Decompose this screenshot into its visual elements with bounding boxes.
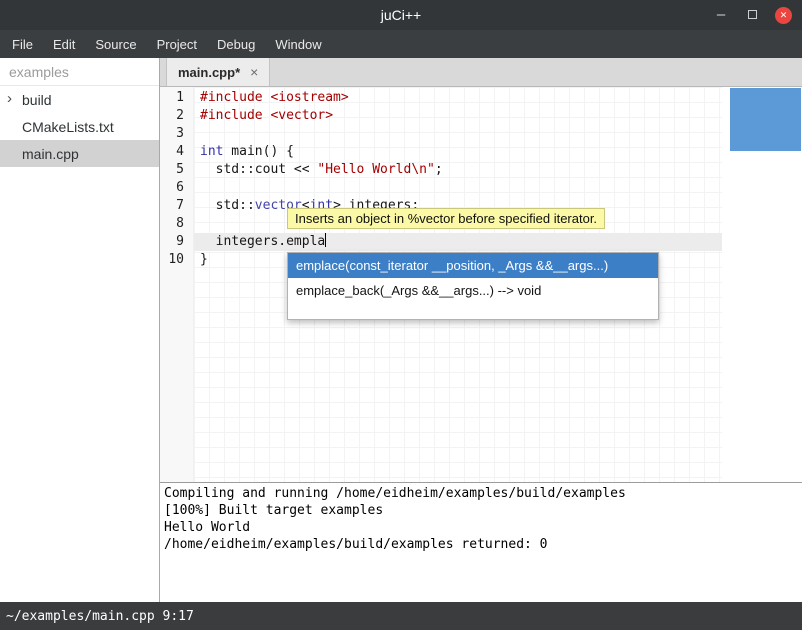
titlebar[interactable]: juCi++ – ✕ — [0, 0, 802, 30]
tab-main-cpp[interactable]: main.cpp* × — [166, 58, 270, 86]
scrollbar-thumb[interactable] — [730, 88, 801, 151]
menu-item-window[interactable]: Window — [265, 32, 331, 57]
code-text[interactable]: int main() { — [194, 143, 722, 161]
code-line-9[interactable]: 9 integers.empla — [160, 233, 722, 251]
doc-tooltip: Inserts an object in %vector before spec… — [287, 208, 605, 229]
code-line-1[interactable]: 1 #include <iostream> — [160, 89, 722, 107]
scrollbar-track[interactable] — [722, 87, 802, 482]
code-text[interactable]: #include <iostream> — [194, 89, 722, 107]
completion-item[interactable]: emplace(const_iterator __position, _Args… — [288, 253, 658, 278]
tab-close-icon[interactable]: × — [250, 64, 258, 80]
line-number[interactable]: 9 — [160, 233, 194, 251]
output-panel[interactable]: Compiling and running /home/eidheim/exam… — [160, 483, 802, 602]
completion-item[interactable]: emplace_back(_Args &&__args...) --> void — [288, 278, 658, 303]
tabbar: main.cpp* × — [160, 58, 802, 87]
code-line-2[interactable]: 2 #include <vector> — [160, 107, 722, 125]
code-text[interactable] — [194, 125, 722, 143]
code-segment: main() { — [223, 144, 293, 159]
line-number[interactable]: 2 — [160, 107, 194, 125]
line-number[interactable]: 6 — [160, 179, 194, 197]
line-number[interactable]: 7 — [160, 197, 194, 215]
code-line-4[interactable]: 4int main() { — [160, 143, 722, 161]
line-number[interactable]: 10 — [160, 251, 194, 269]
menu-item-file[interactable]: File — [2, 32, 43, 57]
code-line-5[interactable]: 5 std::cout << "Hello World\n"; — [160, 161, 722, 179]
tree-item-label: build — [22, 92, 52, 108]
code-text[interactable]: #include <vector> — [194, 107, 722, 125]
code-text[interactable]: integers.empla — [194, 233, 722, 251]
code-segment: #include <vector> — [200, 108, 333, 123]
window-controls: – ✕ — [713, 0, 792, 30]
code-text[interactable] — [194, 179, 722, 197]
code-line-3[interactable]: 3 — [160, 125, 722, 143]
output-line: [100%] Built target examples — [164, 502, 802, 519]
editor-column: main.cpp* × 1 #include <iostream> 2 #include… — [160, 58, 802, 602]
code-line-6[interactable]: 6 — [160, 179, 722, 197]
line-number[interactable]: 8 — [160, 215, 194, 233]
main-area: examples › build CMakeLists.txt main.cpp ma… — [0, 58, 802, 602]
line-number[interactable]: 4 — [160, 143, 194, 161]
output-line: /home/eidheim/examples/build/examples re… — [164, 536, 802, 553]
output-line: Compiling and running /home/eidheim/exam… — [164, 485, 802, 502]
code-segment: "Hello World\n" — [317, 162, 434, 177]
code-segment: ; — [435, 162, 443, 177]
app-window: juCi++ – ✕ FileEditSourceProjectDebugWin… — [0, 0, 802, 630]
project-name: examples — [0, 58, 159, 86]
completion-popup: emplace(const_iterator __position, _Args… — [287, 252, 659, 320]
code-segment: } — [200, 252, 208, 267]
tree-item-label: CMakeLists.txt — [22, 119, 114, 135]
maximize-icon — [748, 10, 757, 19]
menu-item-project[interactable]: Project — [147, 32, 207, 57]
text-cursor — [325, 233, 326, 247]
close-button[interactable]: ✕ — [775, 7, 792, 24]
line-number[interactable]: 5 — [160, 161, 194, 179]
statusbar: ~/examples/main.cpp 9:17 — [0, 602, 802, 630]
line-number[interactable]: 1 — [160, 89, 194, 107]
code-segment: std::cout << — [200, 162, 317, 177]
tree-item-main-cpp[interactable]: main.cpp — [0, 140, 159, 167]
menu-item-edit[interactable]: Edit — [43, 32, 85, 57]
code-segment: #include <iostream> — [200, 90, 349, 105]
code-text[interactable]: std::cout << "Hello World\n"; — [194, 161, 722, 179]
menu-item-source[interactable]: Source — [85, 32, 146, 57]
code-segment: integers.empla — [200, 234, 325, 249]
tab-label: main.cpp* — [178, 65, 240, 80]
line-number[interactable]: 3 — [160, 125, 194, 143]
code-lines: 1 #include <iostream> 2 #include <vector> 34… — [160, 89, 722, 269]
tree-item-label: main.cpp — [22, 146, 79, 162]
maximize-button[interactable] — [744, 7, 760, 23]
menubar: FileEditSourceProjectDebugWindow — [0, 30, 802, 58]
file-tree-panel[interactable]: examples › build CMakeLists.txt main.cpp — [0, 58, 160, 602]
chevron-right-icon[interactable]: › — [7, 90, 12, 107]
minimize-button[interactable]: – — [713, 7, 729, 23]
menu-item-debug[interactable]: Debug — [207, 32, 265, 57]
tree-item-cmakelists-txt[interactable]: CMakeLists.txt — [0, 113, 159, 140]
file-tree: › build CMakeLists.txt main.cpp — [0, 86, 159, 167]
window-title: juCi++ — [381, 7, 421, 23]
code-segment: int — [200, 144, 223, 159]
editor[interactable]: 1 #include <iostream> 2 #include <vector> 34… — [160, 87, 802, 482]
code-segment: std:: — [200, 198, 255, 213]
status-text: ~/examples/main.cpp 9:17 — [6, 609, 194, 624]
tree-item-build[interactable]: › build — [0, 86, 159, 113]
output-line: Hello World — [164, 519, 802, 536]
